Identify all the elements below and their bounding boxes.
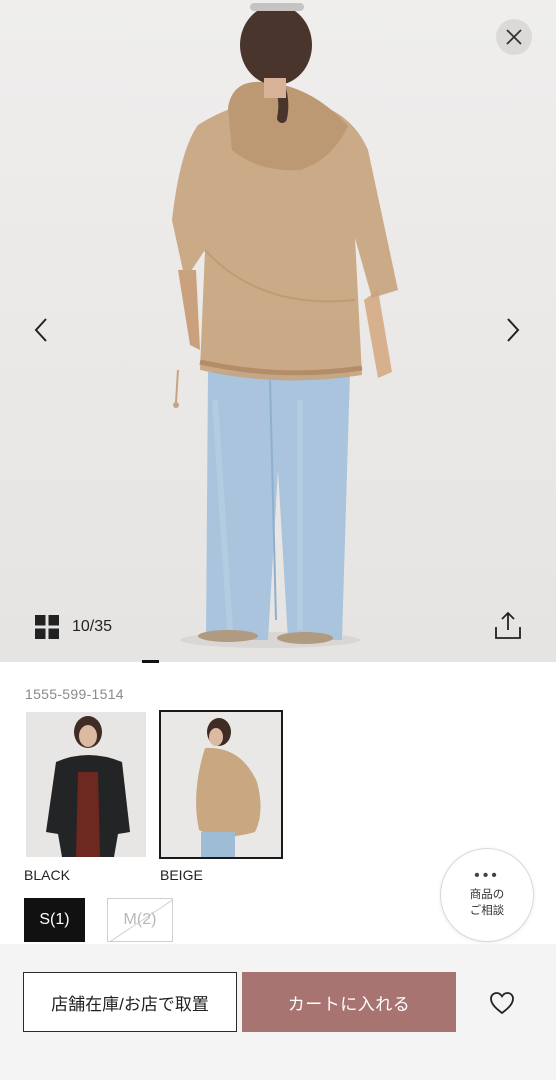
size-option-m[interactable]: M(2) bbox=[107, 898, 173, 942]
share-icon bbox=[495, 611, 521, 639]
page-indicator bbox=[142, 660, 159, 663]
size-option-s[interactable]: S(1) bbox=[24, 898, 85, 942]
add-to-cart-button[interactable]: カートに入れる bbox=[242, 972, 456, 1032]
close-icon bbox=[506, 29, 522, 45]
product-sku: 1555-599-1514 bbox=[25, 686, 124, 702]
chevron-left-icon bbox=[34, 318, 47, 342]
chevron-right-icon bbox=[507, 318, 520, 342]
product-image-viewer[interactable]: 10/35 bbox=[0, 0, 556, 662]
favorite-button[interactable] bbox=[488, 990, 516, 1016]
close-button[interactable] bbox=[496, 19, 532, 55]
grid-view-button[interactable] bbox=[34, 614, 60, 640]
product-consult-button[interactable]: ••• 商品の ご相談 bbox=[440, 848, 534, 942]
grid-icon bbox=[35, 615, 59, 639]
color-swatch-photo bbox=[161, 712, 281, 857]
color-swatch-beige[interactable] bbox=[159, 710, 283, 859]
drag-handle[interactable] bbox=[250, 3, 304, 11]
previous-image-button[interactable] bbox=[26, 310, 56, 350]
heart-icon bbox=[490, 992, 514, 1015]
size-option-m-label: M(2) bbox=[123, 911, 157, 928]
color-label-beige: BEIGE bbox=[160, 867, 203, 883]
consult-label-line2: ご相談 bbox=[469, 905, 505, 917]
consult-label-line1: 商品の bbox=[469, 889, 505, 901]
color-label-black: BLACK bbox=[24, 867, 70, 883]
store-stock-button[interactable]: 店舗在庫/お店で取置 bbox=[23, 972, 237, 1032]
share-button[interactable] bbox=[493, 610, 523, 642]
color-swatch-black[interactable] bbox=[26, 712, 146, 857]
product-photo bbox=[0, 0, 556, 662]
next-image-button[interactable] bbox=[498, 310, 528, 350]
more-dots-icon: ••• bbox=[474, 867, 500, 884]
image-counter: 10/35 bbox=[72, 618, 113, 635]
color-swatch-photo bbox=[26, 712, 146, 857]
